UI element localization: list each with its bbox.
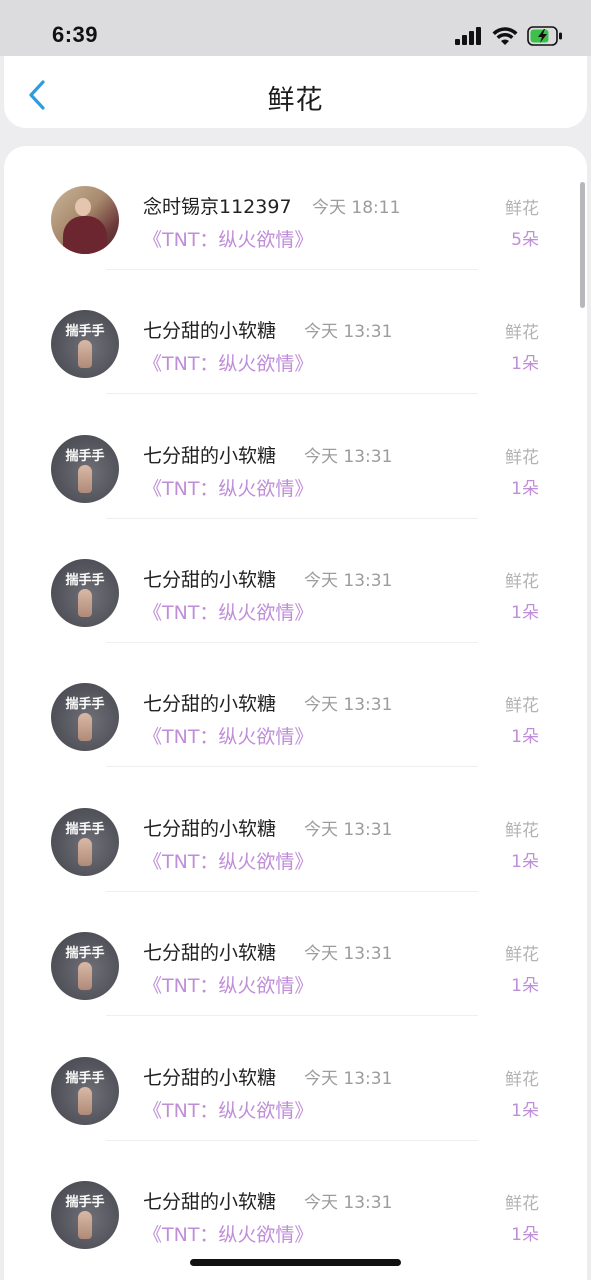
list-item[interactable]: 揣手手 七分甜的小软糖 今天 13:31 《TNT：纵火欲情》 鲜花 1朵 [4,519,587,643]
avatar[interactable]: 揣手手 [51,559,119,627]
avatar[interactable]: 揣手手 [51,1057,119,1125]
gift-type-label: 鲜花 [505,199,539,219]
gift-count: 1朵 [511,1101,539,1121]
avatar[interactable]: 揣手手 [51,932,119,1000]
gift-type-label: 鲜花 [505,696,539,716]
avatar-sticker-text: 揣手手 [65,697,105,712]
status-bar: 6:39 [0,0,591,56]
nav-header: 鲜花 [4,56,587,128]
timestamp: 今天 18:11 [312,198,401,218]
work-title-link[interactable]: 《TNT：纵火欲情》 [143,847,313,874]
list-item[interactable]: 揣手手 七分甜的小软糖 今天 13:31 《TNT：纵火欲情》 鲜花 1朵 [4,270,587,394]
user-name[interactable]: 七分甜的小软糖 [143,1063,276,1090]
user-name[interactable]: 念时锡京112397 [143,192,292,219]
avatar[interactable]: 揣手手 [51,435,119,503]
gift-count: 1朵 [511,354,539,374]
avatar[interactable]: 揣手手 [51,808,119,876]
work-title-link[interactable]: 《TNT：纵火欲情》 [143,225,313,252]
gift-count: 5朵 [511,230,539,250]
avatar-sticker-text: 揣手手 [65,573,105,588]
user-name[interactable]: 七分甜的小软糖 [143,814,276,841]
avatar-sticker-text: 揣手手 [65,449,105,464]
list-item[interactable]: 揣手手 七分甜的小软糖 今天 13:31 《TNT：纵火欲情》 鲜花 1朵 [4,395,587,519]
work-title-link[interactable]: 《TNT：纵火欲情》 [143,474,313,501]
timestamp: 今天 13:31 [304,944,393,964]
avatar-sticker-text: 揣手手 [65,946,105,961]
divider [106,766,478,767]
work-title-link[interactable]: 《TNT：纵火欲情》 [143,598,313,625]
user-name[interactable]: 七分甜的小软糖 [143,1187,276,1214]
list-item[interactable]: 念时锡京112397 今天 18:11 《TNT：纵火欲情》 鲜花 5朵 [4,146,587,270]
gift-type-label: 鲜花 [505,821,539,841]
gift-type-label: 鲜花 [505,448,539,468]
status-icons [455,24,563,48]
avatar-sticker-text: 揣手手 [65,822,105,837]
gift-count: 1朵 [511,479,539,499]
divider [106,1015,478,1016]
timestamp: 今天 13:31 [304,1069,393,1089]
user-name[interactable]: 七分甜的小软糖 [143,938,276,965]
timestamp: 今天 13:31 [304,1193,393,1213]
work-title-link[interactable]: 《TNT：纵火欲情》 [143,1220,313,1247]
work-title-link[interactable]: 《TNT：纵火欲情》 [143,722,313,749]
user-name[interactable]: 七分甜的小软糖 [143,316,276,343]
user-name[interactable]: 七分甜的小软糖 [143,441,276,468]
work-title-link[interactable]: 《TNT：纵火欲情》 [143,1096,313,1123]
timestamp: 今天 13:31 [304,820,393,840]
avatar[interactable]: 揣手手 [51,1181,119,1249]
gift-type-label: 鲜花 [505,945,539,965]
gift-count: 1朵 [511,1225,539,1245]
gift-count: 1朵 [511,603,539,623]
list-item[interactable]: 揣手手 七分甜的小软糖 今天 13:31 《TNT：纵火欲情》 鲜花 1朵 [4,892,587,1016]
wifi-icon [492,26,518,45]
user-name[interactable]: 七分甜的小软糖 [143,565,276,592]
gift-count: 1朵 [511,727,539,747]
home-indicator[interactable] [190,1259,401,1266]
avatar[interactable]: 揣手手 [51,683,119,751]
gift-type-label: 鲜花 [505,1194,539,1214]
gift-count: 1朵 [511,976,539,996]
timestamp: 今天 13:31 [304,571,393,591]
status-time: 6:39 [52,22,99,47]
list-item[interactable]: 揣手手 七分甜的小软糖 今天 13:31 《TNT：纵火欲情》 鲜花 1朵 [4,1017,587,1141]
gift-type-label: 鲜花 [505,572,539,592]
timestamp: 今天 13:31 [304,322,393,342]
page-title: 鲜花 [267,85,324,116]
work-title-link[interactable]: 《TNT：纵火欲情》 [143,349,313,376]
timestamp: 今天 13:31 [304,695,393,715]
battery-charging-icon [527,26,562,46]
user-name[interactable]: 七分甜的小软糖 [143,689,276,716]
list-item[interactable]: 揣手手 七分甜的小软糖 今天 13:31 《TNT：纵火欲情》 鲜花 1朵 [4,768,587,892]
timestamp: 今天 13:31 [304,447,393,467]
avatar-sticker-text: 揣手手 [65,324,105,339]
divider [106,393,478,394]
gift-type-label: 鲜花 [505,323,539,343]
avatar[interactable] [51,186,119,254]
list-item[interactable]: 揣手手 七分甜的小软糖 今天 13:31 《TNT：纵火欲情》 鲜花 1朵 [4,643,587,767]
gift-count: 1朵 [511,852,539,872]
work-title-link[interactable]: 《TNT：纵火欲情》 [143,971,313,998]
gift-type-label: 鲜花 [505,1070,539,1090]
signal-icon [455,27,481,45]
list-item[interactable]: 揣手手 七分甜的小软糖 今天 13:31 《TNT：纵火欲情》 鲜花 1朵 [4,1141,587,1265]
screen: 6:39 鲜花 念时锡京112397 今天 18:11 《TNT：纵火欲情》 鲜… [0,0,591,1280]
gift-list[interactable]: 念时锡京112397 今天 18:11 《TNT：纵火欲情》 鲜花 5朵 揣手手… [4,146,587,1280]
avatar-sticker-text: 揣手手 [65,1195,105,1210]
avatar[interactable]: 揣手手 [51,310,119,378]
avatar-sticker-text: 揣手手 [65,1071,105,1086]
